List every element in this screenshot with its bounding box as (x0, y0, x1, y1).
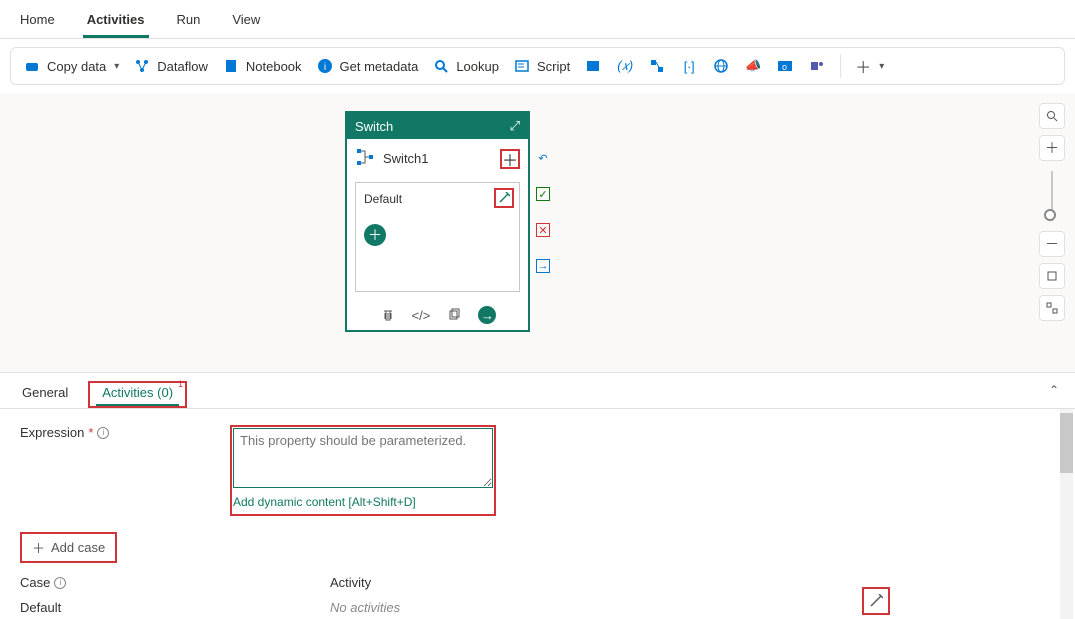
switch-node-title: Switch1 (383, 151, 429, 166)
node-side-actions: ↶ ✓ ✕ → (536, 151, 550, 273)
tab-activities-highlight: Activities (0) 1 (88, 381, 187, 408)
default-case-box[interactable]: Default ＋ (355, 182, 520, 292)
add-activity-button[interactable]: ＋ (364, 224, 386, 246)
activities-form: Expression * i Add dynamic content [Alt+… (0, 409, 1075, 619)
svg-text:i: i (323, 62, 325, 73)
required-star: * (88, 425, 93, 440)
properties-tabs: General Activities (0) 1 ⌃ (0, 373, 1075, 409)
expression-input[interactable] (233, 428, 493, 488)
tool-lookup-label: Lookup (456, 59, 499, 74)
zoom-layout-button[interactable] (1039, 295, 1065, 321)
edit-default-button[interactable] (494, 188, 514, 208)
tool-outlook-icon[interactable]: o (776, 57, 794, 75)
tool-variable-icon[interactable]: (𝑥) (616, 57, 634, 75)
tool-notebook-label: Notebook (246, 59, 302, 74)
add-dynamic-content-link[interactable]: Add dynamic content [Alt+Shift+D] (233, 495, 493, 513)
zoom-fit-button[interactable] (1039, 263, 1065, 289)
tool-teams-icon[interactable] (808, 57, 826, 75)
info-icon[interactable]: i (97, 427, 109, 439)
tool-copy-data[interactable]: Copy data ▾ (23, 57, 119, 75)
tool-pipeline-icon[interactable] (648, 57, 666, 75)
search-icon (432, 57, 450, 75)
top-tab-activities[interactable]: Activities (83, 8, 149, 38)
tool-dataflow[interactable]: Dataflow (133, 57, 208, 75)
activity-row-empty: No activities (330, 600, 400, 615)
chevron-down-icon: ▾ (114, 61, 119, 72)
case-row-default: Default (20, 600, 330, 615)
collapse-panel-button[interactable]: ⌃ (1049, 383, 1059, 397)
tool-announce-icon[interactable]: 📣 (744, 57, 762, 75)
zoom-out-button[interactable]: － (1039, 231, 1065, 257)
add-case-button[interactable]: ＋ Add case (20, 532, 117, 563)
edit-case-button[interactable] (862, 587, 890, 615)
expression-label-text: Expression (20, 425, 84, 440)
expression-label: Expression * i (20, 425, 220, 440)
top-tab-run[interactable]: Run (173, 8, 205, 38)
chevron-down-icon: ▾ (879, 61, 884, 72)
pipeline-canvas[interactable]: Switch ⤢ Switch1 ＋ Default ＋ </> → ↶ ✓ ✕ (0, 93, 1075, 373)
next-icon[interactable]: → (536, 259, 550, 273)
script-icon (513, 57, 531, 75)
scroll-thumb[interactable] (1060, 413, 1073, 473)
notebook-icon (222, 57, 240, 75)
tab-general[interactable]: General (16, 381, 74, 408)
expand-icon[interactable]: ⤢ (510, 118, 520, 134)
info-icon: i (316, 57, 334, 75)
tool-script[interactable]: Script (513, 57, 570, 75)
data-icon (23, 57, 41, 75)
tool-get-metadata[interactable]: i Get metadata (316, 57, 419, 75)
svg-text:o: o (782, 62, 787, 72)
tool-get-metadata-label: Get metadata (340, 59, 419, 74)
info-icon[interactable]: i (54, 577, 66, 589)
tool-script-label: Script (537, 59, 570, 74)
switch-branch-icon (355, 147, 375, 170)
tool-globe-icon[interactable] (712, 57, 730, 75)
tool-brackets-icon[interactable]: [∙] (680, 57, 698, 75)
activity-column-header: Activity (330, 575, 371, 590)
add-case-inline-button[interactable]: ＋ (500, 149, 520, 169)
expression-highlight: Add dynamic content [Alt+Shift+D] (230, 425, 496, 516)
copy-node-icon[interactable] (445, 306, 463, 324)
default-case-label: Default (364, 192, 402, 206)
tool-lookup[interactable]: Lookup (432, 57, 499, 75)
form-scrollbar[interactable] (1060, 409, 1073, 619)
delete-node-icon[interactable] (379, 306, 397, 324)
tool-notebook[interactable]: Notebook (222, 57, 302, 75)
tool-dataflow-label: Dataflow (157, 59, 208, 74)
tool-copy-data-label: Copy data (47, 59, 106, 74)
case-header-text: Case (20, 575, 50, 590)
run-node-icon[interactable]: → (478, 306, 496, 324)
zoom-search-button[interactable] (1039, 103, 1065, 129)
tab-activities-badge: 1 (178, 379, 183, 389)
zoom-handle[interactable] (1044, 209, 1056, 221)
tool-add-more[interactable]: ＋▾ (855, 54, 884, 78)
top-tab-view[interactable]: View (228, 8, 264, 38)
zoom-in-button[interactable]: ＋ (1039, 135, 1065, 161)
switch-node-type: Switch (355, 119, 393, 134)
tab-activities[interactable]: Activities (0) (96, 381, 179, 406)
add-case-label: Add case (51, 540, 105, 555)
tool-list-icon[interactable] (584, 57, 602, 75)
undo-icon[interactable]: ↶ (536, 151, 550, 165)
switch-node-header: Switch ⤢ (347, 113, 528, 139)
code-view-icon[interactable]: </> (412, 306, 430, 324)
delete-icon[interactable]: ✕ (536, 223, 550, 237)
zoom-controls: ＋ － (1039, 103, 1065, 321)
activities-toolbar: Copy data ▾ Dataflow Notebook i Get meta… (10, 47, 1065, 85)
validate-icon[interactable]: ✓ (536, 187, 550, 201)
node-footer: </> → (347, 300, 528, 330)
case-column-header: Case i (20, 575, 330, 590)
switch-activity-node[interactable]: Switch ⤢ Switch1 ＋ Default ＋ </> → (345, 111, 530, 332)
zoom-slider[interactable] (1051, 171, 1053, 221)
dataflow-icon (133, 57, 151, 75)
top-tab-home[interactable]: Home (16, 8, 59, 38)
toolbar-separator (840, 54, 841, 78)
plus-icon: ＋ (32, 538, 45, 557)
